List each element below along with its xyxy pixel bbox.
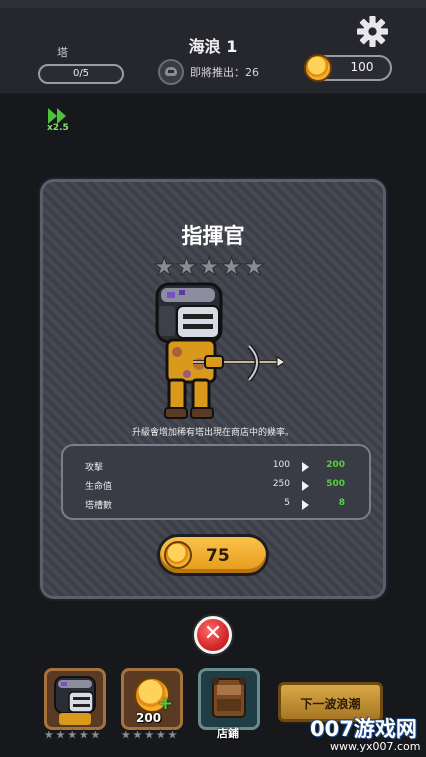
hero-description: 升級會增加稀有塔出現在商店中的幾率。 — [131, 428, 294, 438]
stats-table: 攻擊 100 200 生命值 250 500 塔槽數 5 8 — [61, 444, 371, 520]
upgrade-price: 75 — [206, 546, 230, 566]
star-icon: ★ — [143, 728, 155, 743]
arrow-right-icon — [302, 462, 309, 472]
star-icon: ★ — [66, 728, 78, 743]
hero-card[interactable] — [44, 668, 106, 730]
hero-card-stars: ★ ★ ★ ★ ★ — [43, 728, 102, 743]
watermark-brand: 007游戏网 — [310, 717, 417, 741]
stat-next: 500 — [326, 479, 345, 489]
stat-name: 攻擊 — [85, 463, 104, 473]
coin-card[interactable]: + 200 — [121, 668, 183, 730]
star-icon: ★ — [242, 252, 266, 281]
upgrade-button[interactable]: 75 — [157, 534, 269, 576]
speed-label: x2.5 — [47, 123, 69, 133]
stat-name: 塔槽數 — [85, 501, 113, 511]
star-icon: ★ — [77, 728, 90, 743]
stat-row-tower-slots: 塔槽數 5 8 — [85, 498, 355, 512]
coin-balance-value: 100 — [350, 60, 374, 74]
incoming-count-text: 即將推出：26 — [190, 66, 259, 79]
shop-icon — [211, 677, 247, 718]
hero-upgrade-panel: 指揮官 ★ ★ ★ ★ ★ 升級會增加稀有塔出現在商店中的幾率。 攻擊 100 … — [40, 179, 386, 599]
star-icon: ★ — [175, 252, 198, 281]
star-icon: ★ — [154, 728, 167, 743]
star-icon: ★ — [152, 252, 176, 281]
close-button[interactable]: ✕ — [194, 616, 232, 654]
stat-current: 250 — [272, 479, 290, 489]
star-icon: ★ — [89, 728, 102, 743]
commander-helmet-icon — [54, 676, 96, 725]
star-icon: ★ — [197, 252, 221, 281]
fast-forward-icon — [48, 108, 57, 124]
stat-row-health: 生命值 250 500 — [85, 479, 355, 493]
coin-card-stars: ★ ★ ★ ★ ★ — [120, 728, 179, 743]
stat-name: 生命值 — [85, 482, 113, 492]
top-hud-bar: 塔 0/5 海浪 1 即將推出：26 100 — [0, 0, 426, 95]
star-icon: ★ — [54, 728, 67, 743]
stat-current: 100 — [272, 460, 290, 470]
coin-card-value: 200 — [136, 711, 162, 725]
watermark-url: www.yx007.com — [330, 740, 421, 753]
incoming-enemies: 即將推出：26 — [158, 58, 259, 86]
coin-icon — [164, 541, 192, 569]
commander-portrait — [155, 282, 283, 419]
star-icon: ★ — [131, 728, 144, 743]
watermark: 007游戏网 www.yx007.com — [300, 707, 424, 755]
stat-next: 200 — [326, 460, 345, 470]
hero-name: 指揮官 — [181, 224, 245, 248]
shop-label: 店鋪 — [217, 727, 239, 740]
arrow-right-icon — [302, 481, 309, 491]
speed-toggle[interactable]: x2.5 — [46, 106, 76, 136]
coin-balance: 100 — [304, 54, 392, 82]
star-icon: ★ — [43, 728, 55, 743]
star-icon: ★ — [120, 728, 132, 743]
shop-card[interactable]: 店鋪 — [198, 668, 260, 740]
stat-next: 8 — [338, 498, 345, 508]
skull-icon — [158, 59, 184, 85]
tower-count-badge: 0/5 — [38, 64, 124, 84]
hero-star-rating: ★ ★ ★ ★ ★ — [152, 252, 266, 281]
close-icon: ✕ — [203, 621, 223, 646]
arrow-right-icon — [302, 500, 309, 510]
star-icon: ★ — [166, 728, 179, 743]
coin-icon — [304, 54, 332, 82]
gear-icon[interactable] — [356, 15, 389, 48]
star-icon: ★ — [220, 252, 243, 281]
stat-row-attack: 攻擊 100 200 — [85, 460, 355, 474]
stat-current: 5 — [284, 498, 290, 508]
